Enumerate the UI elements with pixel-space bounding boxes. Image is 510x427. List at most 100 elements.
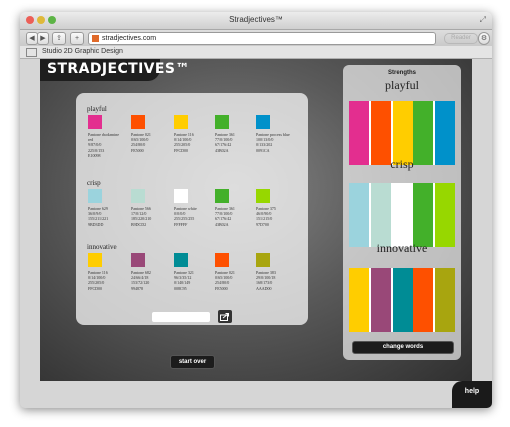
gear-icon: ⚙: [480, 35, 488, 42]
window-title: Stradjectives™: [229, 15, 283, 24]
color-info-line: 43B02A: [215, 221, 229, 227]
plus-icon: +: [74, 35, 80, 42]
palette-stripe[interactable]: [413, 268, 433, 332]
color-info-line: FFCD00: [174, 147, 189, 153]
palette-innovative: [349, 268, 455, 332]
palette-stripe[interactable]: [393, 183, 413, 247]
color-info: Pantone 629 36/0/9/0 155/211/221 9BD3DD: [88, 206, 128, 227]
book-icon[interactable]: [26, 48, 37, 57]
bookmarks-bar: Studio 2D Graphic Design: [20, 46, 492, 59]
color-swatch[interactable]: [215, 115, 229, 129]
palette-playful: [349, 101, 455, 165]
palette-stripe[interactable]: [371, 183, 391, 247]
browser-window: Stradjectives™ ⤢ ◀ ▶ ⇪ + stradjectives.c…: [20, 12, 492, 408]
strength-word-playful: playful: [385, 78, 419, 92]
color-info: Pantone 375 46/0/90/0 151/215/0 97D700: [256, 206, 296, 227]
strength-word-crisp: crisp: [390, 157, 414, 171]
color-swatch[interactable]: [131, 253, 145, 267]
forward-button[interactable]: ▶: [37, 32, 49, 45]
share-button[interactable]: [218, 310, 232, 323]
color-info-line: FFCD00: [88, 285, 103, 291]
site-logo[interactable]: STRADJECTIVES™: [40, 59, 189, 81]
color-info-line: 43B02A: [215, 147, 229, 153]
palette-stripe[interactable]: [393, 268, 413, 332]
palette-stripe[interactable]: [393, 101, 413, 165]
color-swatch[interactable]: [256, 115, 270, 129]
color-info: Pantone process blue 100/13/0/0 0/133/202 0…: [256, 132, 296, 153]
color-info-line: FE5000: [131, 147, 144, 153]
color-swatch[interactable]: [88, 253, 102, 267]
palette-stripe[interactable]: [371, 268, 391, 332]
group-title-innovative: innovative: [87, 243, 117, 251]
color-info-line: AAAD00: [256, 285, 272, 291]
color-info-line: 97D700: [256, 221, 269, 227]
color-info-line: B9DCD2: [131, 221, 147, 227]
palette-stripe[interactable]: [349, 183, 369, 247]
color-swatch[interactable]: [131, 189, 145, 203]
color-info: Pantone 383 29/0/100/18 168/173/0 AAAD00: [256, 270, 296, 291]
color-info: Pantone white 0/0/0/0 255/255/255 FFFFFF: [174, 206, 214, 227]
new-tab-button[interactable]: +: [70, 32, 84, 45]
color-swatch[interactable]: [131, 115, 145, 129]
color-info: Pantone 321 96/3/35/12 0/140/149 008C95: [174, 270, 214, 291]
share-input[interactable]: [152, 312, 210, 322]
strength-word-innovative: innovative: [376, 241, 428, 255]
color-info: Pantone 566 17/0/12/0 185/220/210 B9DCD2: [131, 206, 171, 227]
palette-stripe[interactable]: [413, 101, 433, 165]
color-info: Pantone rhodamine red 9/87/0/0 225/0/153 E10…: [88, 132, 128, 158]
reader-button[interactable]: Reader: [444, 33, 478, 44]
share-page-button[interactable]: ⇪: [52, 32, 66, 45]
color-swatch[interactable]: [174, 253, 188, 267]
color-swatch[interactable]: [88, 189, 102, 203]
color-info: Pantone 361 77/0/100/0 67/176/42 43B02A: [215, 206, 255, 227]
share-arrow-icon: [220, 313, 229, 321]
color-info: Pantone 116 0/14/100/0 255/205/0 FFCD00: [88, 270, 128, 291]
downloads-button[interactable]: ⚙: [478, 32, 490, 45]
strengths-heading: Strengths: [387, 70, 416, 76]
color-info: Pantone 361 77/0/100/0 67/176/42 43B02A: [215, 132, 255, 153]
change-words-button[interactable]: change words: [352, 341, 454, 354]
address-bar[interactable]: stradjectives.com: [88, 32, 436, 45]
forward-arrow-icon: ▶: [40, 35, 46, 42]
color-swatch[interactable]: [174, 189, 188, 203]
bookmark-studio-2d[interactable]: Studio 2D Graphic Design: [42, 47, 123, 57]
share-icon: ⇪: [56, 35, 62, 42]
color-info-line: 008C95: [174, 285, 187, 291]
logo-text: STRADJECTIVES™: [47, 61, 190, 77]
palette-stripe[interactable]: [435, 183, 455, 247]
palette-stripe[interactable]: [349, 101, 369, 165]
palette-stripe[interactable]: [435, 268, 455, 332]
favicon-icon: [92, 35, 99, 42]
color-swatch[interactable]: [88, 115, 102, 129]
palette-stripe[interactable]: [413, 183, 433, 247]
palette-stripe[interactable]: [349, 268, 369, 332]
palette-stripe[interactable]: [371, 101, 391, 165]
color-info: Pantone 682 24/66/4/18 153/72/120 994878: [131, 270, 171, 291]
strengths-panel: Strengths playful crisp innovative change w…: [343, 65, 461, 360]
group-title-crisp: crisp: [87, 179, 101, 187]
color-info-line: 994878: [131, 285, 143, 291]
color-info-line: 9BD3DD: [88, 221, 104, 227]
color-swatch[interactable]: [256, 189, 270, 203]
color-info-line: FE5000: [215, 285, 228, 291]
color-info: Pantone 021 0/65/100/0 254/80/0 FE5000: [215, 270, 255, 291]
title-bar: Stradjectives™ ⤢: [20, 12, 492, 30]
browser-toolbar: ◀ ▶ ⇪ + stradjectives.com Reader ⚙: [20, 30, 492, 46]
group-title-playful: playful: [87, 105, 107, 113]
help-button[interactable]: help: [452, 381, 492, 408]
color-info: Pantone 116 0/14/100/0 255/205/0 FFCD00: [174, 132, 214, 153]
fullscreen-icon[interactable]: ⤢: [480, 15, 486, 25]
color-info-line: 0091CA: [256, 147, 270, 153]
site-canvas: STRADJECTIVES™ playful Pantone rhodamine r…: [40, 59, 472, 381]
color-swatch[interactable]: [256, 253, 270, 267]
color-info: Pantone 021 0/65/100/0 254/80/0 FE5000: [131, 132, 171, 153]
address-text: stradjectives.com: [102, 35, 157, 42]
color-palette-card: playful Pantone rhodamine red 9/87/0/0 225/0…: [76, 93, 308, 325]
color-swatch[interactable]: [215, 189, 229, 203]
start-over-button[interactable]: start over: [170, 355, 215, 369]
color-swatch[interactable]: [174, 115, 188, 129]
palette-crisp: [349, 183, 455, 247]
color-swatch[interactable]: [215, 253, 229, 267]
back-arrow-icon: ◀: [29, 35, 35, 42]
palette-stripe[interactable]: [435, 101, 455, 165]
